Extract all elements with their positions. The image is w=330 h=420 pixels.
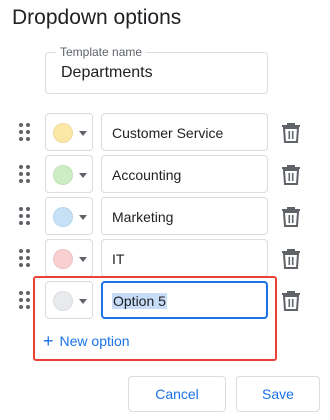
- option-input[interactable]: Accounting: [101, 155, 268, 193]
- dialog-title: Dropdown options: [12, 6, 182, 29]
- template-name-label: Template name: [56, 45, 147, 59]
- chevron-down-icon: [79, 173, 87, 178]
- template-name-value[interactable]: Departments: [61, 64, 153, 82]
- new-option-label: New option: [59, 333, 130, 349]
- option-row: Marketing: [0, 197, 330, 235]
- trash-icon[interactable]: [281, 247, 301, 269]
- color-swatch: [53, 249, 73, 269]
- drag-handle-icon[interactable]: [19, 207, 31, 225]
- trash-icon[interactable]: [281, 121, 301, 143]
- drag-handle-icon[interactable]: [19, 165, 31, 183]
- new-option-button[interactable]: + New option: [43, 331, 130, 351]
- trash-icon[interactable]: [281, 163, 301, 185]
- color-picker-button[interactable]: [45, 239, 93, 277]
- option-label: Marketing: [112, 209, 174, 225]
- trash-icon[interactable]: [281, 205, 301, 227]
- template-name-field[interactable]: Template name Departments: [45, 45, 268, 94]
- option-label: Customer Service: [112, 125, 224, 141]
- color-picker-button[interactable]: [45, 113, 93, 151]
- color-swatch: [53, 123, 73, 143]
- color-swatch: [53, 207, 73, 227]
- drag-handle-icon[interactable]: [19, 291, 31, 309]
- plus-icon: +: [43, 331, 54, 351]
- option-row: Customer Service: [0, 113, 330, 151]
- save-button[interactable]: Save: [236, 376, 320, 412]
- color-swatch: [53, 165, 73, 185]
- option-row: IT: [0, 239, 330, 277]
- chevron-down-icon: [79, 215, 87, 220]
- option-input[interactable]: Customer Service: [101, 113, 268, 151]
- option-label: IT: [112, 251, 125, 267]
- chevron-down-icon: [79, 131, 87, 136]
- drag-handle-icon[interactable]: [19, 123, 31, 141]
- drag-handle-icon[interactable]: [19, 249, 31, 267]
- color-picker-button[interactable]: [45, 155, 93, 193]
- option-label: Accounting: [112, 167, 182, 183]
- cancel-button[interactable]: Cancel: [128, 376, 226, 412]
- option-row: Accounting: [0, 155, 330, 193]
- option-input[interactable]: IT: [101, 239, 268, 277]
- chevron-down-icon: [79, 257, 87, 262]
- option-input[interactable]: Marketing: [101, 197, 268, 235]
- color-picker-button[interactable]: [45, 197, 93, 235]
- trash-icon[interactable]: [281, 289, 301, 311]
